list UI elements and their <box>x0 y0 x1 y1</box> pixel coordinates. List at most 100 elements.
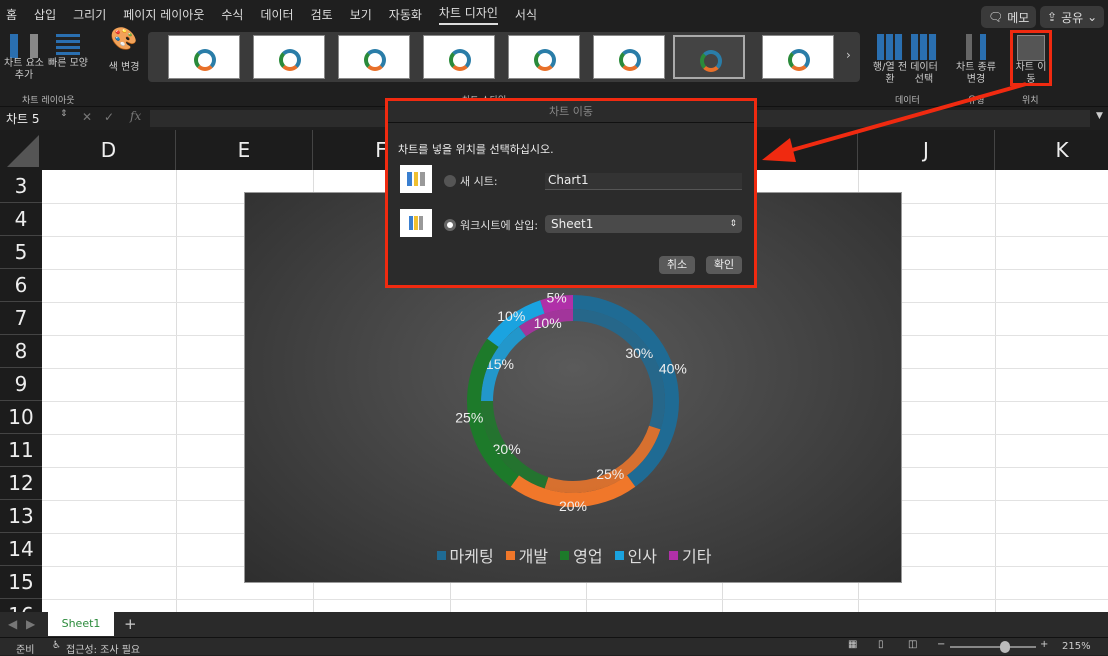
quick-layout-icon <box>56 34 80 58</box>
new-sheet-name-input[interactable]: Chart1 <box>545 173 742 190</box>
dialog-title: 차트 이동 <box>388 101 754 123</box>
status-bar: 준비 ♿ 접근성: 조사 필요 ▦ ▯ ◫ − + 215% <box>0 637 1108 656</box>
ok-button[interactable]: 확인 <box>706 256 742 274</box>
group-label-location: 위치 <box>1022 96 1039 106</box>
menu-2[interactable]: 그리기 <box>73 6 106 23</box>
name-box[interactable]: 차트 5 <box>6 110 40 127</box>
chart-styles-gallery <box>148 32 860 82</box>
row-header-11[interactable]: 11 <box>0 434 42 467</box>
normal-view-icon[interactable]: ▦ <box>848 639 857 650</box>
select-data-button[interactable]: 데이터 선택 <box>906 34 942 86</box>
zoom-slider-thumb[interactable] <box>1000 641 1010 653</box>
row-header-10[interactable]: 10 <box>0 401 42 434</box>
chart-style-5[interactable] <box>508 35 580 79</box>
move-chart-button[interactable]: 차트 이동 <box>1010 30 1052 86</box>
share-button[interactable]: ⇪ 공유 ⌄ <box>1040 6 1105 28</box>
next-sheet-icon[interactable]: ▶ <box>26 617 35 631</box>
change-colors-button[interactable]: 🎨 색 변경 <box>104 27 144 74</box>
data-label: 40% <box>659 361 687 377</box>
zoom-slider[interactable] <box>950 641 1036 653</box>
column-header-D[interactable]: D <box>42 130 176 170</box>
row-header-14[interactable]: 14 <box>0 533 42 566</box>
zoom-in-icon[interactable]: + <box>1040 639 1048 650</box>
row-header-3[interactable]: 3 <box>0 170 42 203</box>
switch-row-column-button[interactable]: 행/열 전환 <box>872 34 908 86</box>
row-header-7[interactable]: 7 <box>0 302 42 335</box>
dialog-prompt: 차트를 넣을 위치를 선택하십시오. <box>398 143 554 156</box>
group-label-layout: 차트 레이아웃 <box>22 96 75 106</box>
row-header-4[interactable]: 4 <box>0 203 42 236</box>
cancel-icon[interactable]: ✕ <box>82 110 92 124</box>
enter-icon[interactable]: ✓ <box>104 110 114 124</box>
row-header-13[interactable]: 13 <box>0 500 42 533</box>
column-header-K[interactable]: K <box>995 130 1108 170</box>
column-header-J[interactable]: J <box>858 130 995 170</box>
menu-5[interactable]: 데이터 <box>260 6 293 23</box>
chart-style-2[interactable] <box>253 35 325 79</box>
chart-style-7[interactable] <box>673 35 745 79</box>
menu-0[interactable]: 홈 <box>6 6 17 23</box>
name-box-stepper-icon[interactable]: ⇕ <box>60 109 68 119</box>
row-header-8[interactable]: 8 <box>0 335 42 368</box>
sheet-select[interactable]: Sheet1 ⇕ <box>545 215 742 233</box>
data-label: 10% <box>497 308 525 324</box>
chart-style-1[interactable] <box>168 35 240 79</box>
object-in-label: 워크시트에 삽입: <box>460 219 539 232</box>
legend-item[interactable]: 마케팅 <box>436 543 494 567</box>
quick-layout-label: 빠른 모양 <box>48 58 88 69</box>
page-break-view-icon[interactable]: ◫ <box>908 639 917 650</box>
select-data-label: 데이터 선택 <box>910 62 938 85</box>
memo-button[interactable]: 🗨 메모 <box>981 6 1037 28</box>
donut-segment-마케팅[interactable] <box>573 309 665 430</box>
quick-layout-button[interactable]: 빠른 모양 <box>48 34 88 70</box>
sheet-tab-sheet1[interactable]: Sheet1 <box>48 612 114 636</box>
chart-style-8[interactable] <box>762 35 834 79</box>
row-header-12[interactable]: 12 <box>0 467 42 500</box>
accessibility-status[interactable]: 접근성: 조사 필요 <box>66 641 140 656</box>
accessibility-icon[interactable]: ♿ <box>52 640 61 651</box>
row-header-9[interactable]: 9 <box>0 368 42 401</box>
select-all-corner[interactable] <box>0 130 42 170</box>
palette-icon: 🎨 <box>110 27 138 52</box>
row-header-15[interactable]: 15 <box>0 566 42 599</box>
row-header-6[interactable]: 6 <box>0 269 42 302</box>
menu-10[interactable]: 서식 <box>515 6 537 23</box>
gallery-next-icon[interactable]: › <box>846 48 851 62</box>
fx-icon[interactable]: fx <box>130 109 141 123</box>
comment-icon: 🗨 <box>988 10 1004 24</box>
legend-item[interactable]: 영업 <box>560 543 603 567</box>
row-header-5[interactable]: 5 <box>0 236 42 269</box>
change-chart-type-button[interactable]: 차트 종류 변경 <box>954 34 998 86</box>
page-layout-view-icon[interactable]: ▯ <box>878 639 884 650</box>
menu-3[interactable]: 페이지 레이아웃 <box>123 6 204 23</box>
new-sheet-radio[interactable] <box>444 175 456 187</box>
menu-7[interactable]: 보기 <box>350 6 372 23</box>
chart-legend: 마케팅 개발 영업 인사 기타 <box>245 543 903 567</box>
donut-segment-개발[interactable] <box>544 425 661 493</box>
add-chart-element-button[interactable]: 차트 요소 추가 <box>4 34 44 82</box>
menu-4[interactable]: 수식 <box>221 6 243 23</box>
legend-swatch <box>669 550 679 560</box>
select-data-icon <box>911 34 937 60</box>
chart-style-6[interactable] <box>593 35 665 79</box>
object-in-radio[interactable] <box>444 219 456 231</box>
cancel-button[interactable]: 취소 <box>659 256 695 274</box>
expand-formula-icon[interactable]: ▼ <box>1096 111 1103 121</box>
menu-9[interactable]: 차트 디자인 <box>438 4 498 25</box>
legend-item[interactable]: 인사 <box>614 543 657 567</box>
column-header-E[interactable]: E <box>176 130 313 170</box>
chart-element-icon <box>10 34 38 58</box>
legend-item[interactable]: 개발 <box>505 543 548 567</box>
menu-8[interactable]: 자동화 <box>389 6 422 23</box>
menu-6[interactable]: 검토 <box>311 6 333 23</box>
add-sheet-icon[interactable]: + <box>124 615 137 633</box>
data-label: 20% <box>559 498 587 514</box>
zoom-out-icon[interactable]: − <box>937 639 945 650</box>
prev-sheet-icon[interactable]: ◀ <box>8 617 17 631</box>
chart-style-4[interactable] <box>423 35 495 79</box>
data-label: 25% <box>455 409 483 425</box>
group-label-type: 유형 <box>968 96 985 106</box>
menu-1[interactable]: 삽입 <box>34 6 56 23</box>
legend-item[interactable]: 기타 <box>669 543 711 567</box>
chart-style-3[interactable] <box>338 35 410 79</box>
